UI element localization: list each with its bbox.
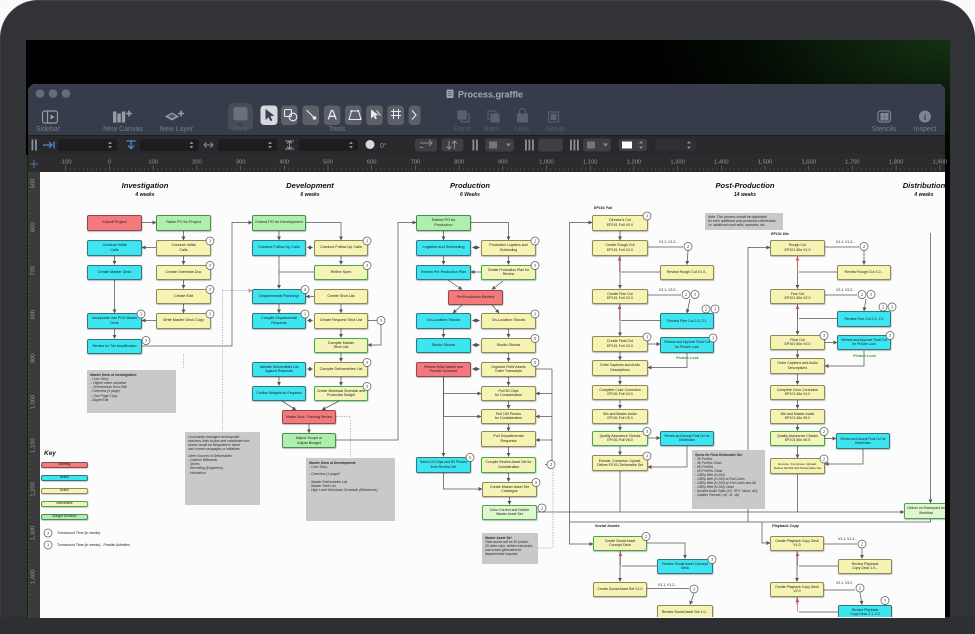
svg-text:500: 500 <box>323 160 333 166</box>
svg-text:800: 800 <box>31 310 37 320</box>
svg-text:0°: 0° <box>380 142 387 150</box>
svg-text:1,400: 1,400 <box>31 570 37 585</box>
svg-text:1,800: 1,800 <box>889 160 904 166</box>
svg-text:600: 600 <box>367 160 377 166</box>
svg-text:1,600: 1,600 <box>801 160 816 166</box>
svg-text:1,700: 1,700 <box>845 160 860 166</box>
svg-text:1,400: 1,400 <box>714 160 729 166</box>
svg-text:-100: -100 <box>60 160 72 166</box>
svg-text:300: 300 <box>236 160 246 166</box>
svg-text:900: 900 <box>498 160 508 166</box>
svg-text:1,900: 1,900 <box>933 160 948 166</box>
svg-text:1,200: 1,200 <box>31 482 37 497</box>
svg-text:100: 100 <box>148 160 158 166</box>
svg-text:1,000: 1,000 <box>31 395 37 410</box>
svg-text:200: 200 <box>192 160 202 166</box>
svg-text:Process.graffle: Process.graffle <box>458 90 523 100</box>
svg-text:600: 600 <box>31 222 37 232</box>
svg-text:1,100: 1,100 <box>31 438 37 453</box>
svg-text:1,300: 1,300 <box>670 160 685 166</box>
svg-text:1,200: 1,200 <box>627 160 642 166</box>
svg-text:400: 400 <box>279 160 289 166</box>
svg-text:0: 0 <box>108 160 111 166</box>
svg-text:1,000: 1,000 <box>539 160 554 166</box>
svg-text:500: 500 <box>31 179 37 189</box>
svg-text:1,300: 1,300 <box>31 526 37 541</box>
svg-text:700: 700 <box>31 266 37 276</box>
svg-text:1,500: 1,500 <box>758 160 773 166</box>
svg-text:1,100: 1,100 <box>583 160 598 166</box>
svg-text:900: 900 <box>31 353 37 363</box>
svg-text:800: 800 <box>454 160 464 166</box>
svg-text:700: 700 <box>411 160 421 166</box>
